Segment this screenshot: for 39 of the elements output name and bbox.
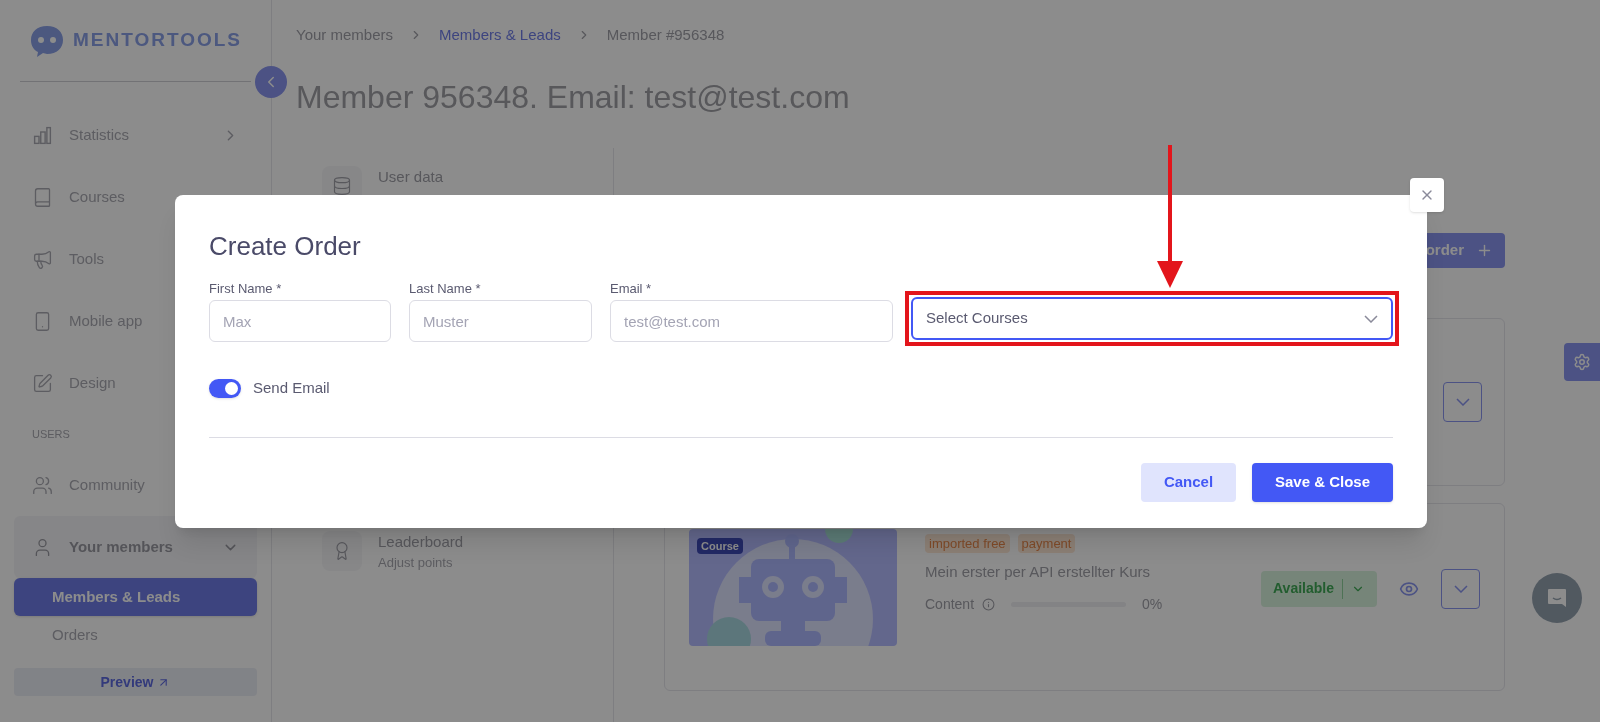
field-label: Email * [610, 281, 653, 297]
chevron-down-icon [1455, 397, 1470, 406]
expand-button[interactable] [1443, 381, 1482, 422]
award-icon [322, 530, 362, 571]
tag: imported free [925, 533, 1010, 553]
input-field[interactable]: Max [209, 300, 391, 342]
image-badge: Course [697, 537, 743, 554]
info-icon [982, 597, 996, 611]
bar-chart-icon [32, 124, 53, 146]
book-icon [32, 186, 53, 208]
nav-subitem[interactable]: Members & Leads [14, 578, 257, 616]
logo-icon [28, 23, 65, 58]
save-close-button[interactable]: Save & Close [1252, 462, 1393, 502]
close-button[interactable] [1410, 178, 1444, 212]
chat-button[interactable] [1532, 573, 1582, 623]
megaphone-icon [32, 248, 53, 270]
settings-icon [1573, 353, 1591, 371]
chevron-down-icon [1364, 314, 1378, 323]
input-field[interactable]: Muster [409, 300, 592, 342]
users-icon [32, 474, 53, 496]
field-label: First Name * [209, 281, 283, 297]
dialog-title: Create Order [209, 230, 362, 263]
preview-button[interactable]: Preview [14, 668, 257, 696]
status-dropdown[interactable]: Available [1261, 570, 1377, 607]
settings-tab[interactable] [1564, 343, 1600, 381]
chevron-down-icon [1453, 584, 1468, 593]
input-field[interactable]: test@test.com [610, 300, 893, 342]
expand-button[interactable] [1441, 568, 1480, 609]
breadcrumb-item[interactable]: Members & Leads [439, 24, 561, 47]
toggle-label: Send Email [253, 378, 330, 398]
toggle-switch[interactable] [209, 378, 241, 398]
collapse-button[interactable] [255, 66, 287, 98]
cancel-button[interactable]: Cancel [1141, 462, 1236, 502]
course-select[interactable]: Select Courses [911, 297, 1393, 340]
field-label: Last Name * [409, 281, 482, 297]
chat-icon [1546, 587, 1568, 609]
pen-icon [32, 372, 53, 394]
logo-text: MENTORTOOLS [72, 28, 243, 53]
tag: payment [1017, 533, 1076, 553]
